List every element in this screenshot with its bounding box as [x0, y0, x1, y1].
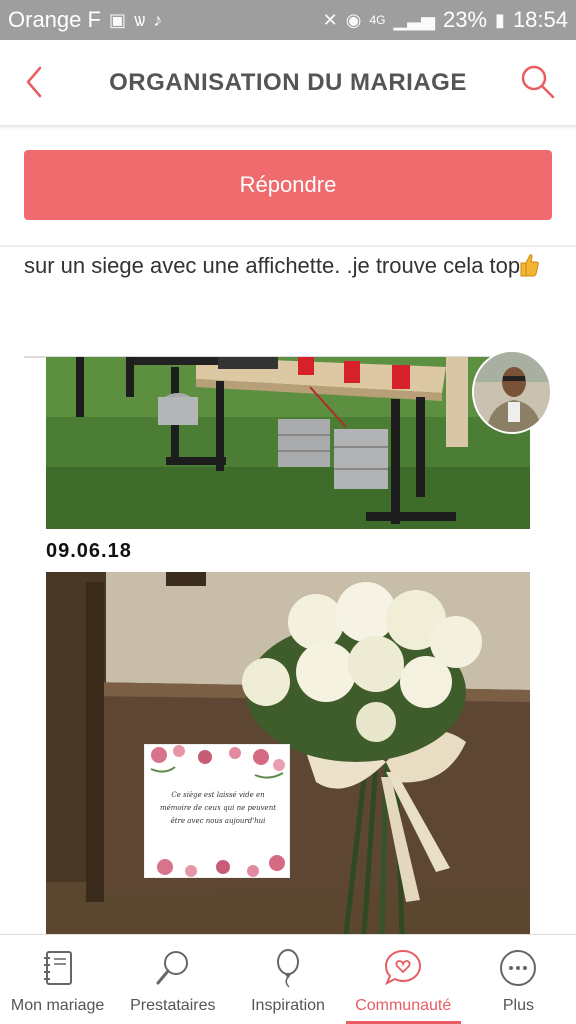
post-date: 09.06.18 [46, 540, 132, 562]
alarm-icon: ◉ [345, 9, 362, 30]
post-photo-kegs[interactable] [46, 357, 530, 529]
post-body: sur un siege avec une affichette. .je tr… [24, 253, 521, 278]
status-left: Orange F ▣ ѡ ♪ [8, 7, 162, 33]
nav-label: Inspiration [251, 997, 325, 1014]
author-avatar[interactable] [472, 350, 552, 434]
screen: Orange F ▣ ѡ ♪ ✕ ◉ 4G ▁▃▅ 23% ▮ 18:54 OR… [0, 0, 576, 1024]
network-type: 4G [369, 13, 386, 27]
divider [0, 245, 576, 247]
nav-item-prestataires[interactable]: Prestataires [115, 935, 230, 1024]
nav-item-inspiration[interactable]: Inspiration [230, 935, 345, 1024]
signal-icon: ▁▃▅ [393, 9, 435, 30]
memorial-card: Ce siège est laissé vide en mémoire de c… [144, 744, 290, 878]
gallery-icon: ▣ [108, 9, 126, 30]
reply-button[interactable]: Répondre [24, 150, 552, 220]
bottom-nav: Mon mariage Prestataires Inspiration Com… [0, 934, 576, 1024]
nav-label: Mon mariage [10, 997, 105, 1014]
app-header: ORGANISATION DU MARIAGE [0, 40, 576, 126]
more-icon [500, 950, 537, 986]
notebook-icon [43, 951, 72, 985]
balloon-icon [277, 949, 299, 988]
carrier-name: Orange F [8, 7, 101, 32]
clock: 18:54 [512, 7, 568, 32]
nav-label: Plus [502, 997, 534, 1014]
avatar-image [474, 352, 550, 432]
card-message: Ce siège est laissé vide en mémoire de c… [159, 791, 277, 825]
battery-icon: ▮ [495, 9, 505, 30]
battery-percent: 23% [442, 7, 488, 32]
status-right: ✕ ◉ 4G ▁▃▅ 23% ▮ 18:54 [323, 7, 568, 33]
nav-label: Communauté [355, 997, 452, 1014]
app-notification-icon: ѡ [133, 9, 146, 30]
nav-label: Prestataires [130, 997, 216, 1014]
reply-button-wrap: Répondre [24, 150, 552, 220]
thumbs-up-icon [520, 254, 539, 277]
kegs-image [46, 357, 530, 529]
nav-item-plus[interactable]: Plus [461, 935, 576, 1024]
post-text: sur un siege avec une affichette. .je tr… [24, 248, 554, 283]
chat-heart-icon [385, 949, 422, 986]
mute-icon: ✕ [322, 9, 338, 30]
search-icon[interactable] [518, 62, 558, 102]
nav-item-communaute[interactable]: Communauté [345, 935, 461, 1024]
back-arrow-icon[interactable] [18, 62, 58, 102]
status-bar: Orange F ▣ ѡ ♪ ✕ ◉ 4G ▁▃▅ 23% ▮ 18:54 [0, 0, 576, 40]
microphone-icon: ♪ [153, 9, 163, 30]
post-photo-bouquet[interactable]: Ce siège est laissé vide en mémoire de c… [46, 572, 530, 934]
nav-item-mon-mariage[interactable]: Mon mariage [0, 935, 115, 1024]
magnifier-icon [156, 951, 188, 985]
page-title: ORGANISATION DU MARIAGE [109, 68, 467, 96]
